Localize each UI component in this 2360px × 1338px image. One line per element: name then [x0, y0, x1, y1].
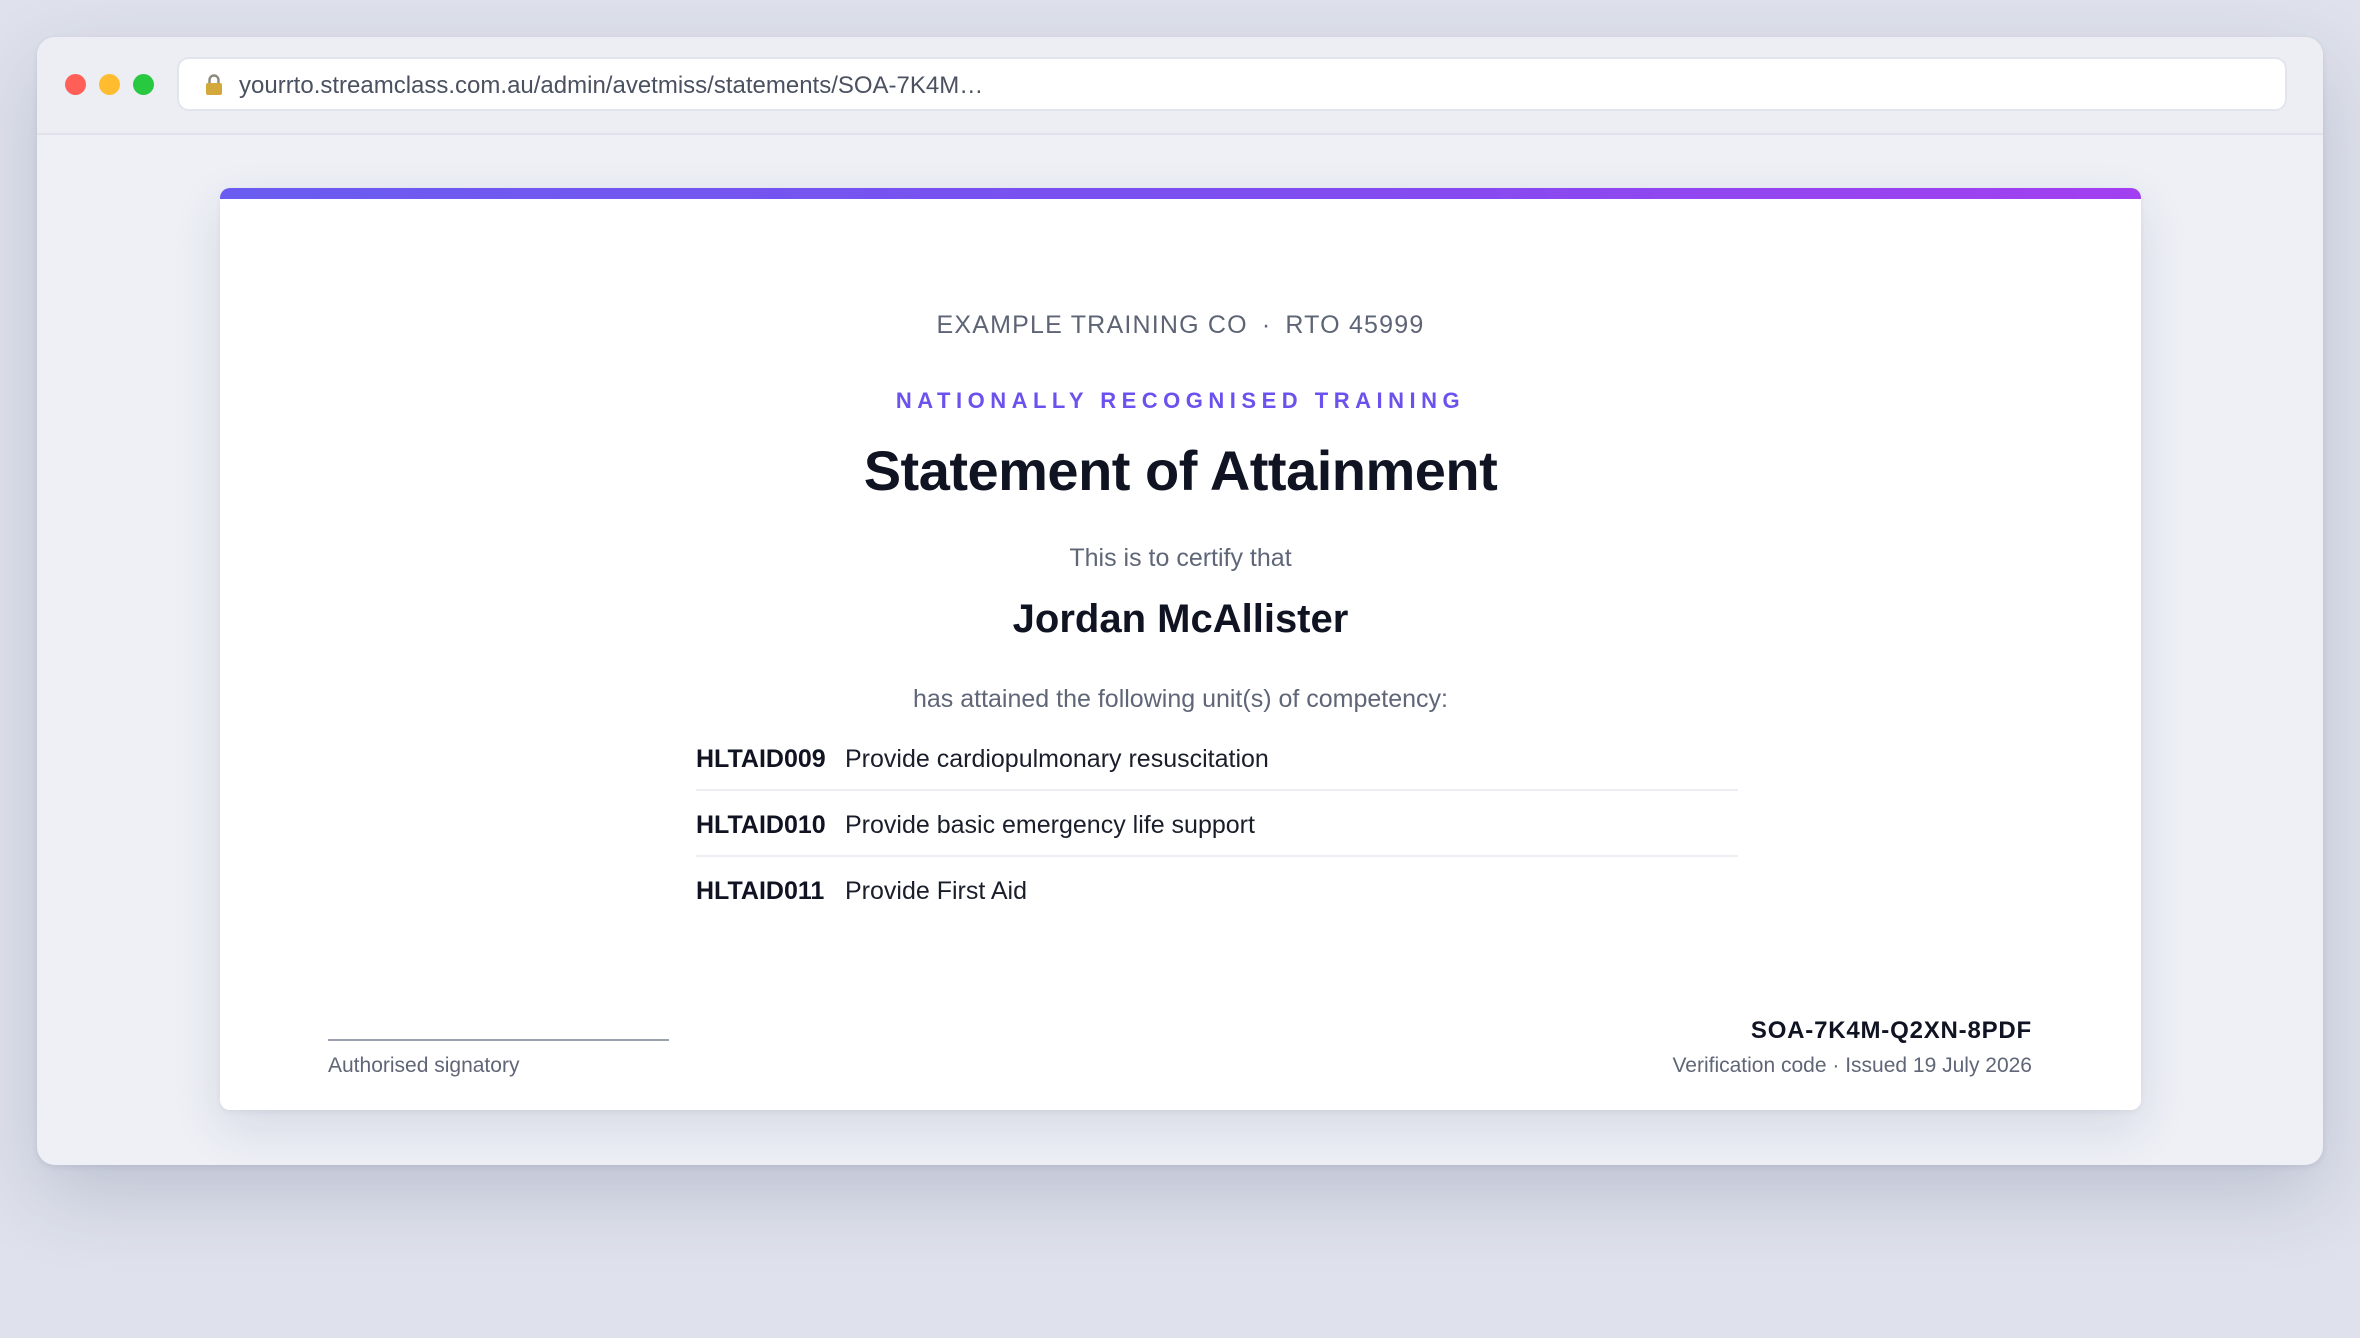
page-title: Statement of Attainment — [863, 439, 1498, 502]
unit-title: Provide cardiopulmonary resuscitation — [845, 745, 1269, 773]
rto-number: RTO 45999 — [1285, 311, 1425, 339]
url-text: yourrto.streamclass.com.au/admin/avetmis… — [239, 72, 984, 99]
unit-title: Provide basic emergency life support — [845, 811, 1255, 839]
statement-card: EXAMPLE TRAINING CO · RTO 45999 NATIONALLY… — [220, 188, 2141, 1110]
lock-icon — [206, 74, 222, 95]
browser-window: yourrto.streamclass.com.au/admin/avetmis… — [37, 37, 2323, 1165]
org-name: EXAMPLE TRAINING CO — [936, 311, 1248, 339]
org-line: EXAMPLE TRAINING CO · RTO 45999 — [220, 311, 2141, 340]
certify-text: This is to certify that — [1069, 544, 1292, 572]
close-window-button[interactable] — [65, 74, 86, 95]
address-bar[interactable]: yourrto.streamclass.com.au/admin/avetmis… — [177, 57, 2287, 111]
unit-row: HLTAID010 Provide basic emergency life s… — [696, 791, 1738, 857]
units-list: HLTAID009 Provide cardiopulmonary resusc… — [696, 725, 1738, 923]
signatory-label: Authorised signatory — [328, 1054, 520, 1077]
browser-titlebar: yourrto.streamclass.com.au/admin/avetmis… — [37, 37, 2323, 135]
org-separator: · — [1261, 311, 1272, 339]
verification-code: SOA-7K4M-Q2XN-8PDF — [1750, 1017, 2032, 1044]
maximize-window-button[interactable] — [133, 74, 154, 95]
unit-row: HLTAID011 Provide First Aid — [696, 857, 1738, 923]
unit-code: HLTAID011 — [696, 877, 825, 905]
unit-code: HLTAID009 — [696, 745, 826, 773]
unit-title: Provide First Aid — [845, 877, 1028, 905]
signature-line — [328, 1039, 669, 1041]
accent-bar — [220, 188, 2141, 199]
attained-text: has attained the following unit(s) of co… — [912, 685, 1449, 713]
recipient-name: Jordan McAllister — [1012, 597, 1349, 641]
minimize-window-button[interactable] — [99, 74, 120, 95]
verification-meta: Verification code · Issued 19 July 2026 — [1672, 1054, 2032, 1077]
unit-code: HLTAID010 — [696, 811, 826, 839]
eyebrow-label: NATIONALLY RECOGNISED TRAINING — [895, 388, 1466, 413]
unit-row: HLTAID009 Provide cardiopulmonary resusc… — [696, 725, 1738, 791]
